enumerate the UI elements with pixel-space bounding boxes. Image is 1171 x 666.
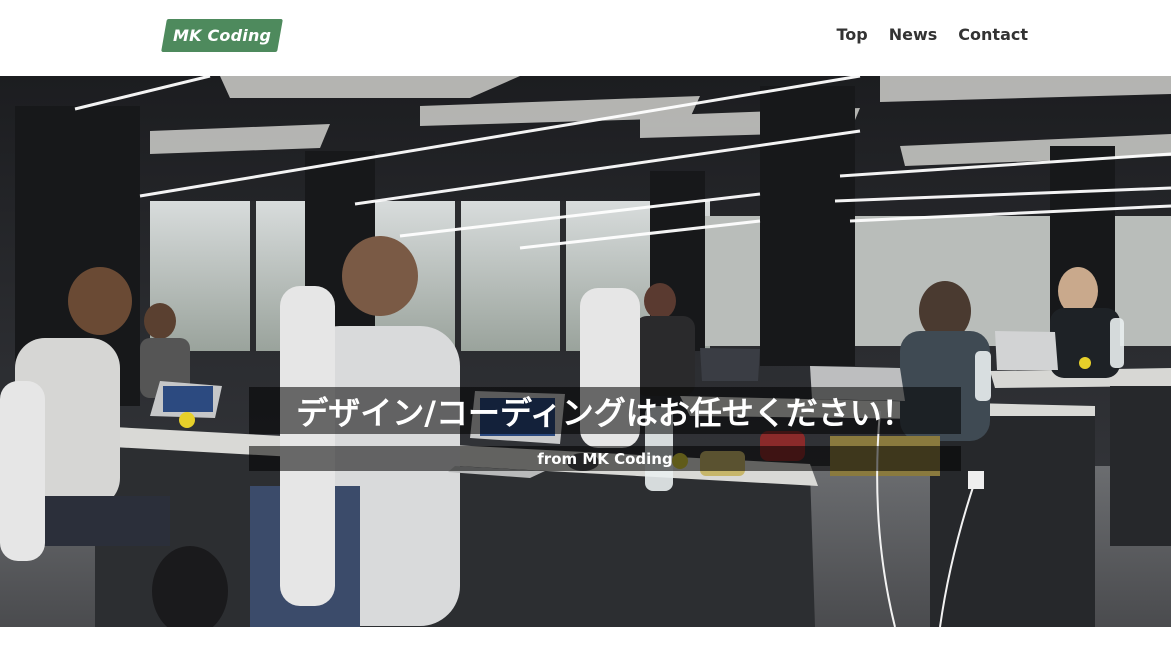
hero-subtitle: from MK Coding <box>249 446 961 471</box>
page-bottom-area <box>0 627 1171 666</box>
site-logo[interactable]: MK Coding <box>161 19 283 52</box>
hero-background-image <box>0 76 1171 627</box>
hero-section: デザイン/コーディングはお任せください！ from MK Coding <box>0 76 1171 627</box>
logo-text: MK Coding <box>172 26 272 45</box>
nav-link-top[interactable]: Top <box>837 24 868 46</box>
site-header: MK Coding Top News Contact <box>0 0 1171 76</box>
nav-link-contact[interactable]: Contact <box>958 24 1028 46</box>
hero-title: デザイン/コーディングはお任せください！ <box>249 387 961 434</box>
main-nav: Top News Contact <box>837 24 1028 46</box>
nav-link-news[interactable]: News <box>889 24 938 46</box>
